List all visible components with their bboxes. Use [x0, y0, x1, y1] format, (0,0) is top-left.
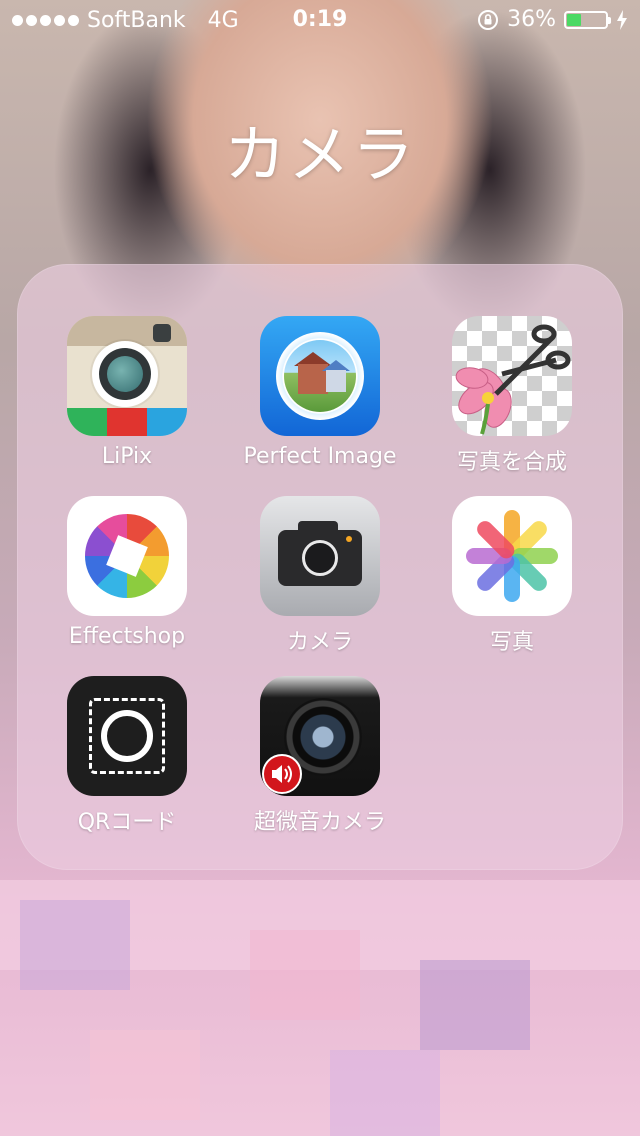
photos-icon[interactable] [452, 496, 572, 616]
app-perfect-image[interactable]: Perfect Image [224, 316, 416, 469]
app-qr-code[interactable]: QRコード [31, 676, 223, 836]
camera-icon[interactable] [260, 496, 380, 616]
silent-camera-icon[interactable] [260, 676, 380, 796]
battery-level-fill [567, 13, 581, 26]
folder-title[interactable]: カメラ [0, 104, 640, 194]
app-label: 写真を合成 [456, 450, 567, 475]
photo-composite-icon[interactable] [452, 316, 572, 436]
app-camera[interactable]: カメラ [224, 496, 416, 656]
app-label: カメラ [286, 630, 353, 655]
perfect-image-icon[interactable] [260, 316, 380, 436]
battery-percentage: 36% [507, 7, 556, 32]
app-label: 超微音カメラ [253, 810, 386, 835]
charging-bolt-icon [617, 9, 627, 30]
battery-icon [564, 10, 611, 29]
scissors-flower-icon [455, 324, 571, 435]
app-label: LiPix [101, 444, 153, 469]
app-label: QRコード [77, 810, 177, 835]
app-lipix[interactable]: LiPix [31, 316, 223, 469]
app-photo-composite[interactable]: 写真を合成 [416, 316, 608, 476]
qr-code-icon[interactable] [67, 676, 187, 796]
effectshop-icon[interactable] [67, 496, 187, 616]
app-photos[interactable]: 写真 [416, 496, 608, 656]
rotation-lock-icon [478, 9, 499, 30]
app-effectshop[interactable]: Effectshop [31, 496, 223, 649]
app-folder: LiPix Perfect Image 写真を合成 Effectshop カメラ… [17, 264, 623, 870]
speaker-icon [262, 754, 302, 794]
status-bar: SoftBank 4G 0:19 36% [0, 0, 640, 40]
app-silent-camera[interactable]: 超微音カメラ [224, 676, 416, 836]
lipix-icon[interactable] [67, 316, 187, 436]
app-label: Effectshop [68, 624, 186, 649]
app-label: 写真 [489, 630, 534, 655]
app-label: Perfect Image [243, 444, 397, 469]
